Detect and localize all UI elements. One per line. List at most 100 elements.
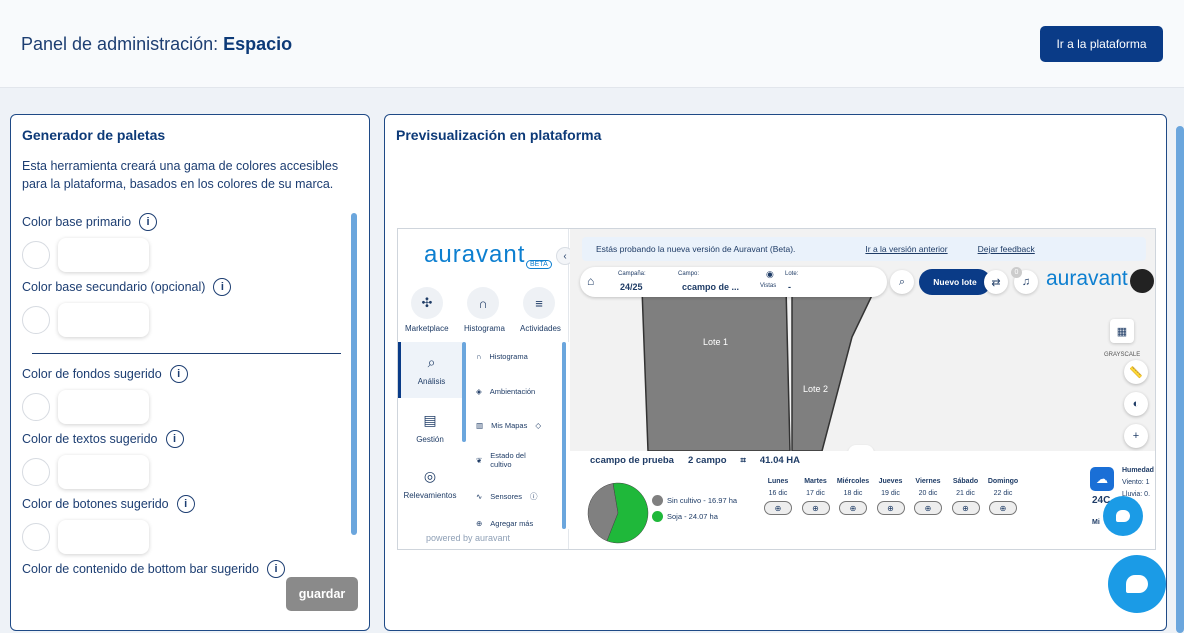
- add-activity-button[interactable]: ⊕: [876, 501, 905, 515]
- add-activity-button[interactable]: ⊕: [839, 501, 867, 515]
- preview-panel: Previsualización en plataforma auravant …: [384, 114, 1167, 631]
- secondary-color-input[interactable]: [58, 303, 149, 337]
- puzzle-icon[interactable]: ✣: [411, 287, 443, 319]
- map-lots-svg: [641, 269, 1154, 452]
- secondary-color-swatch[interactable]: [22, 306, 50, 334]
- diamond-icon: ◇: [535, 421, 542, 430]
- lot-value[interactable]: -: [788, 282, 791, 292]
- plus-icon: ⊕: [476, 519, 483, 528]
- buttons-color-input[interactable]: [58, 520, 149, 554]
- preview-chat-button[interactable]: [1103, 496, 1143, 536]
- subnav-item-ambientacion[interactable]: ◈ Ambientación: [476, 387, 535, 396]
- mini-forecast: 24 26 26 2: [1090, 549, 1153, 550]
- chat-icon: [1126, 575, 1148, 593]
- chat-button[interactable]: [1108, 555, 1166, 613]
- subnav-scrollbar[interactable]: [562, 342, 566, 529]
- top-icon-label: Histograma: [464, 324, 505, 333]
- nav-item-surveys[interactable]: ◎ Relevamientos: [398, 456, 462, 512]
- legend-item: Soja - 24.07 ha: [652, 511, 718, 522]
- info-icon[interactable]: i: [213, 278, 232, 296]
- contrast-icon[interactable]: ◐: [1124, 392, 1148, 416]
- nav-item-analysis[interactable]: ⌕ Análisis: [398, 342, 462, 398]
- histogram-icon[interactable]: ∩: [467, 287, 499, 319]
- goto-platform-button[interactable]: Ir a la plataforma: [1040, 26, 1163, 62]
- fields-scrollbar[interactable]: [351, 213, 357, 535]
- primary-color-input[interactable]: [58, 238, 149, 272]
- lot-1-shape[interactable]: [641, 286, 791, 452]
- preview-subnav: ∩ Histograma ◈ Ambientación ▥ Mis Mapas ◇ ❦ E…: [462, 342, 569, 529]
- info-icon: ⓘ: [529, 492, 538, 501]
- forecast-day: Miércoles 18 dic ⊕: [835, 478, 871, 515]
- field-label-buttons: Color de botones sugerido i: [22, 495, 195, 513]
- field-summary: ccampo de prueba 2 campo ⌗ 41.04 HA Sin …: [570, 451, 1155, 550]
- field-name: ccampo de prueba: [590, 455, 674, 466]
- campaign-value[interactable]: 24/25: [620, 282, 643, 292]
- platform-preview: auravant BETA ‹ ✣ Marketplace ∩ Histogra…: [397, 228, 1156, 550]
- field-label-primary: Color base primario i: [22, 213, 158, 231]
- subnav-item-histogram[interactable]: ∩ Histograma: [476, 352, 528, 361]
- field-label-text: Color de textos sugerido i: [22, 430, 184, 448]
- feedback-link[interactable]: Dejar feedback: [978, 244, 1035, 254]
- info-icon[interactable]: i: [139, 213, 158, 231]
- map-icon: ▥: [476, 421, 484, 430]
- top-bar: Panel de administración: Espacio Ir a la…: [0, 0, 1184, 88]
- ruler-icon[interactable]: 📏: [1124, 360, 1148, 384]
- subnav-indicator: [462, 342, 466, 442]
- subnav-item-sensors[interactable]: ∿ Sensores ⓘ: [476, 491, 537, 502]
- map-thumbnail-icon[interactable]: ▦: [1110, 319, 1134, 343]
- info-icon[interactable]: i: [176, 495, 195, 513]
- field-selector[interactable]: ⌂ Campaña: 24/25 Campo: ccampo de ... ◉ …: [580, 267, 887, 297]
- management-icon: ▤: [423, 412, 437, 428]
- primary-color-swatch[interactable]: [22, 241, 50, 269]
- subnav-item-crop-status[interactable]: ❦ Estado del cultivo: [476, 451, 536, 469]
- area-icon: ⌗: [740, 455, 746, 466]
- search-icon[interactable]: ⌕: [890, 270, 914, 294]
- forecast-day: Sábado 21 dic ⊕: [948, 478, 984, 515]
- nav-item-management[interactable]: ▤ Gestión: [398, 400, 462, 456]
- activities-icon[interactable]: ≡: [523, 287, 555, 319]
- add-activity-button[interactable]: ⊕: [764, 501, 792, 515]
- home-icon[interactable]: ⌂: [587, 274, 594, 288]
- add-activity-button[interactable]: ⊕: [989, 501, 1017, 515]
- add-activity-button[interactable]: ⊕: [951, 501, 980, 515]
- add-activity-button[interactable]: ⊕: [801, 501, 830, 515]
- divider: [32, 353, 341, 354]
- forecast-day: Viernes 20 dic ⊕: [910, 478, 946, 515]
- legend-item: Sin cultivo - 16.97 ha: [652, 495, 737, 506]
- page-title: Panel de administración: Espacio: [21, 34, 293, 54]
- preview-map[interactable]: [570, 229, 1155, 452]
- top-icon-label: Actividades: [520, 324, 561, 333]
- text-color-input[interactable]: [58, 455, 149, 489]
- lot-2-shape[interactable]: [791, 286, 878, 452]
- text-color-swatch[interactable]: [22, 458, 50, 486]
- palette-generator-panel: Generador de paletas Esta herramienta cr…: [10, 114, 370, 631]
- palette-generator-title: Generador de paletas: [22, 127, 166, 143]
- cloud-icon: ☁: [1090, 467, 1114, 491]
- info-icon[interactable]: i: [165, 430, 184, 448]
- new-lot-button[interactable]: Nuevo lote: [919, 269, 991, 295]
- top-icon-label: Marketplace: [405, 324, 449, 333]
- forecast-day: Martes 17 dic ⊕: [798, 478, 834, 515]
- old-version-link[interactable]: Ir a la versión anterior: [865, 244, 947, 254]
- legend-dot: [652, 495, 663, 506]
- buttons-color-swatch[interactable]: [22, 523, 50, 551]
- zoom-in-icon[interactable]: +: [1124, 424, 1148, 448]
- add-activity-button[interactable]: ⊕: [914, 501, 942, 515]
- eye-icon[interactable]: ◉: [766, 269, 774, 280]
- field-label-bottom-bar: Color de contenido de bottom bar sugerid…: [22, 560, 285, 578]
- save-button[interactable]: guardar: [286, 577, 358, 611]
- page-scrollbar[interactable]: [1176, 126, 1184, 633]
- subnav-item-maps[interactable]: ▥ Mis Mapas ◇: [476, 421, 541, 430]
- forecast-day: Lunes 16 dic ⊕: [760, 478, 796, 515]
- swap-icon[interactable]: ⇄: [984, 270, 1008, 294]
- info-icon[interactable]: i: [169, 365, 188, 383]
- layers-icon: ◈: [476, 387, 482, 396]
- info-icon[interactable]: i: [266, 560, 285, 578]
- field-value[interactable]: ccampo de ...: [682, 282, 739, 292]
- preview-logo-right: auravant: [1046, 267, 1128, 290]
- histogram-icon: ∩: [476, 352, 482, 361]
- crop-pie-chart: [587, 482, 649, 544]
- background-color-swatch[interactable]: [22, 393, 50, 421]
- subnav-item-add-more[interactable]: ⊕ Agregar más: [476, 518, 533, 529]
- background-color-input[interactable]: [58, 390, 149, 424]
